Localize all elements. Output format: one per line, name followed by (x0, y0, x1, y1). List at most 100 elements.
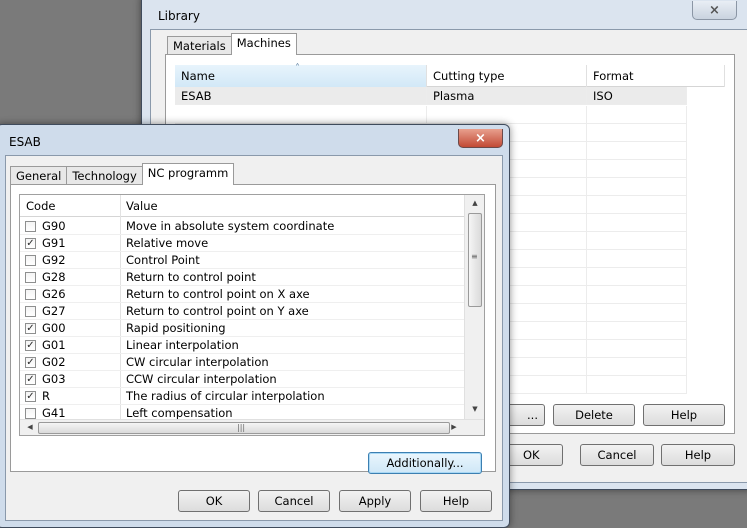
esab-tab-strip: General Technology NC programm (10, 163, 235, 185)
cell-empty (175, 106, 427, 124)
nc-value: The radius of circular interpolation (126, 389, 325, 403)
checkbox[interactable]: ✓ (25, 323, 36, 334)
grip-icon: ||| (237, 423, 246, 432)
column-header-format[interactable]: Format (587, 65, 725, 87)
nc-code: G26 (42, 287, 66, 301)
nc-value: Linear interpolation (126, 338, 239, 352)
column-header-cutting-type[interactable]: Cutting type (427, 65, 587, 87)
close-icon: × (475, 130, 486, 146)
nc-programm-panel: Code Value G90 Move in absolute system co… (10, 184, 496, 472)
column-header-name[interactable]: Name ˄ (175, 63, 427, 87)
cell-empty (587, 142, 687, 160)
checkbox[interactable]: ✓ (25, 340, 36, 351)
nc-code: G28 (42, 270, 66, 284)
nc-vertical-scroll-thumb[interactable]: ≡ (468, 213, 482, 307)
column-header-code[interactable]: Code (26, 195, 55, 217)
nc-value: CCW circular interpolation (126, 372, 277, 386)
esab-help-button[interactable]: Help (420, 490, 492, 512)
tab-materials[interactable]: Materials (167, 36, 232, 55)
cell-empty (427, 106, 587, 124)
esab-apply-button[interactable]: Apply (339, 490, 411, 512)
library-ok-button[interactable]: OK (505, 444, 563, 466)
cell-empty (587, 106, 687, 124)
nc-value: Return to control point on Y axe (126, 304, 309, 318)
library-cancel-button[interactable]: Cancel (580, 444, 654, 466)
checkbox[interactable] (25, 408, 36, 419)
checkbox[interactable] (25, 289, 36, 300)
tab-technology[interactable]: Technology (66, 166, 143, 185)
esab-ok-button[interactable]: OK (178, 490, 250, 512)
checkbox[interactable]: ✓ (25, 238, 36, 249)
nc-vertical-scrollbar[interactable]: ▲ ≡ ▼ (464, 195, 484, 419)
list-item[interactable]: ✓ G91 Relative move (20, 235, 464, 252)
checkbox[interactable]: ✓ (25, 374, 36, 385)
cell-empty (587, 340, 687, 358)
nc-value: Return to control point (126, 270, 256, 284)
column-header-value[interactable]: Value (126, 195, 158, 217)
cell-empty (587, 178, 687, 196)
cell-empty (587, 358, 687, 376)
nc-value: Relative move (126, 236, 209, 250)
checkbox[interactable] (25, 221, 36, 232)
list-item[interactable]: ✓ R The radius of circular interpolation (20, 388, 464, 405)
nc-code: G91 (42, 236, 66, 250)
tab-general[interactable]: General (10, 166, 68, 185)
cell-cutting-type: Plasma (427, 87, 587, 105)
list-item[interactable]: ✓ G03 CCW circular interpolation (20, 371, 464, 388)
checkbox[interactable]: ✓ (25, 391, 36, 402)
nc-code: G01 (42, 338, 66, 352)
delete-button[interactable]: Delete (553, 404, 635, 426)
cell-empty (587, 250, 687, 268)
library-window-title: Library (158, 9, 200, 23)
nc-code: G02 (42, 355, 66, 369)
nc-list-header: Code Value (20, 195, 464, 217)
nc-horizontal-scroll-thumb[interactable]: ||| (38, 422, 450, 434)
checkbox[interactable] (25, 272, 36, 283)
scroll-down-icon[interactable]: ▼ (467, 405, 483, 413)
table-row-empty (175, 106, 687, 124)
library-partial-button[interactable]: ... (505, 404, 545, 426)
nc-value: CW circular interpolation (126, 355, 269, 369)
table-row[interactable]: ESAB Plasma ISO (175, 87, 687, 105)
cell-empty (587, 376, 687, 394)
help-button-panel[interactable]: Help (643, 404, 725, 426)
cell-format: ISO (587, 87, 687, 105)
nc-value: Move in absolute system coordinate (126, 219, 335, 233)
cell-empty (587, 322, 687, 340)
cell-empty (587, 196, 687, 214)
tab-machines[interactable]: Machines (230, 33, 297, 55)
list-item[interactable]: G28 Return to control point (20, 269, 464, 286)
list-item[interactable]: ✓ G00 Rapid positioning (20, 320, 464, 337)
list-item[interactable]: G26 Return to control point on X axe (20, 286, 464, 303)
checkbox[interactable] (25, 306, 36, 317)
list-item[interactable]: G27 Return to control point on Y axe (20, 303, 464, 320)
scroll-right-icon[interactable]: ▶ (446, 423, 462, 431)
grip-icon: ≡ (471, 252, 478, 261)
cell-empty (587, 232, 687, 250)
tab-nc-programm[interactable]: NC programm (141, 163, 235, 185)
library-help-button[interactable]: Help (661, 444, 735, 466)
close-icon: × (709, 2, 720, 18)
nc-horizontal-scrollbar[interactable]: ◀ ||| ▶ (20, 419, 484, 435)
library-close-button[interactable]: × (692, 1, 737, 20)
esab-cancel-button[interactable]: Cancel (258, 490, 330, 512)
checkbox[interactable]: ✓ (25, 357, 36, 368)
nc-value: Return to control point on X axe (126, 287, 310, 301)
checkbox[interactable] (25, 255, 36, 266)
esab-close-button[interactable]: × (458, 129, 503, 148)
additionally-button[interactable]: Additionally... (368, 452, 482, 474)
nc-code-list: Code Value G90 Move in absolute system co… (19, 194, 485, 436)
scroll-up-icon[interactable]: ▲ (467, 199, 483, 207)
scroll-left-icon[interactable]: ◀ (22, 423, 38, 431)
list-item[interactable]: G90 Move in absolute system coordinate (20, 218, 464, 235)
esab-window-title: ESAB (9, 135, 41, 149)
list-item[interactable]: G92 Control Point (20, 252, 464, 269)
list-item[interactable]: ✓ G01 Linear interpolation (20, 337, 464, 354)
cell-empty (587, 124, 687, 142)
list-item[interactable]: ✓ G02 CW circular interpolation (20, 354, 464, 371)
nc-code: G27 (42, 304, 66, 318)
machines-grid-header: Name ˄ Cutting type Format (175, 63, 725, 87)
nc-code: G03 (42, 372, 66, 386)
nc-code: G90 (42, 219, 66, 233)
nc-code: R (42, 389, 50, 403)
